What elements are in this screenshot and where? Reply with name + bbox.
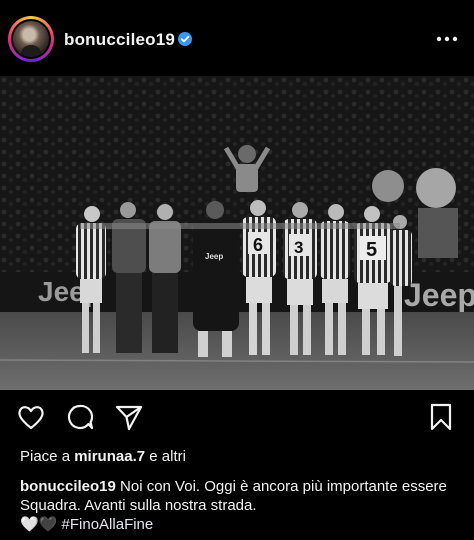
username[interactable]: bonuccileo19 (64, 30, 175, 50)
comment-icon[interactable] (65, 402, 95, 432)
likes-line[interactable]: Piace a mirunaa.7 e altri (20, 448, 186, 465)
post-photo[interactable]: Jeep Jeep Jeep 6 3 5 (0, 76, 474, 390)
post-caption: bonuccileo19 Noi con Voi. Oggi è ancora … (20, 477, 460, 534)
avatar[interactable] (8, 16, 54, 62)
post-header: bonuccileo19 (0, 0, 474, 76)
ad-board-right-text: Jeep (404, 277, 474, 313)
more-options-icon[interactable] (432, 27, 462, 51)
caption-username[interactable]: bonuccileo19 (20, 478, 116, 495)
bookmark-icon[interactable] (426, 402, 456, 432)
caption-emojis: 🤍🖤 (20, 516, 58, 533)
jersey-number: 5 (366, 239, 377, 261)
post-actions-bar (0, 392, 474, 442)
jersey-number: 3 (294, 238, 303, 257)
likes-suffix[interactable]: e altri (149, 448, 186, 465)
jersey-number: 6 (253, 235, 263, 255)
verified-badge-icon (178, 32, 192, 46)
likes-prefix: Piace a (20, 448, 71, 465)
avatar-border (11, 19, 51, 59)
send-icon[interactable] (114, 402, 144, 432)
heart-icon[interactable] (16, 402, 46, 432)
shirt-sponsor-text: Jeep (205, 252, 223, 261)
hashtag-link[interactable]: #FinoAllaFine (62, 516, 154, 533)
avatar-image (13, 21, 49, 57)
photo-illustration: Jeep Jeep Jeep 6 3 5 (0, 76, 474, 390)
liker-username[interactable]: mirunaa.7 (74, 448, 145, 465)
